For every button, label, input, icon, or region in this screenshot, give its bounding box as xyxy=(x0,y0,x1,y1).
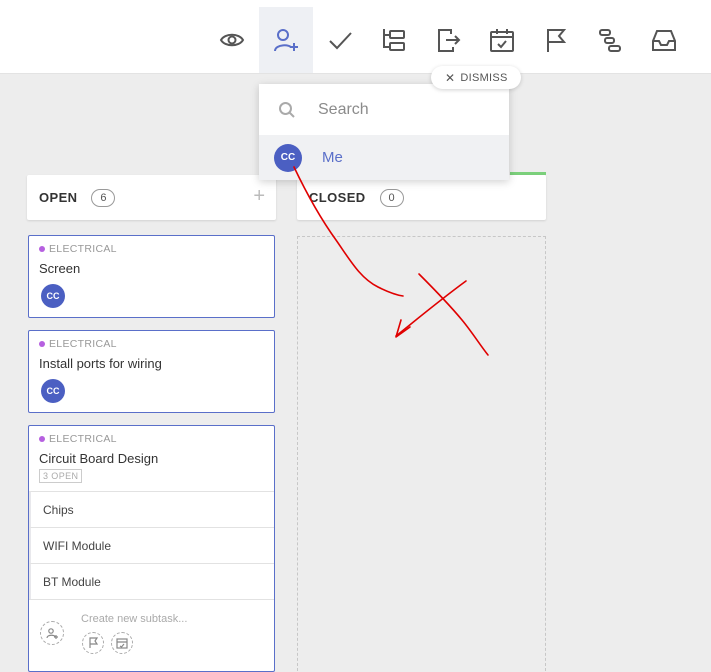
closed-drop-zone[interactable] xyxy=(297,236,546,672)
avatar[interactable]: CC xyxy=(41,284,65,308)
gantt-icon xyxy=(599,29,621,52)
column-title: CLOSED xyxy=(309,190,366,205)
task-title: Screen xyxy=(39,261,81,276)
checkmark-icon xyxy=(329,32,352,50)
task-count-badge: 6 xyxy=(91,188,116,207)
assignee-search-input[interactable] xyxy=(318,100,488,119)
assignee-option-me[interactable]: CC Me xyxy=(259,135,509,180)
column-header-open: OPEN 6 + xyxy=(27,175,276,220)
task-title: Circuit Board Design xyxy=(39,451,159,466)
complete-button[interactable] xyxy=(313,7,367,73)
subtasks-button[interactable] xyxy=(367,7,421,73)
calendar-icon xyxy=(116,638,128,649)
flag-icon xyxy=(547,29,567,52)
task-card[interactable]: ELECTRICAL Install ports for wiring CC xyxy=(28,330,275,413)
avatar[interactable]: CC xyxy=(41,379,65,403)
assignee-option-label: Me xyxy=(322,149,343,166)
subtask-item[interactable]: BT Module xyxy=(29,563,274,599)
task-card[interactable]: ELECTRICAL Screen CC xyxy=(28,235,275,318)
assignee-search-row xyxy=(259,84,509,135)
search-icon xyxy=(279,101,295,118)
dismiss-label: DISMISS xyxy=(460,71,508,84)
assign-button[interactable] xyxy=(259,7,313,73)
task-tag: ELECTRICAL xyxy=(39,338,274,350)
avatar: CC xyxy=(274,143,302,172)
task-tag: ELECTRICAL xyxy=(39,243,274,255)
priority-button[interactable] xyxy=(529,7,583,73)
inbox-button[interactable] xyxy=(637,7,691,73)
tag-label: ELECTRICAL xyxy=(49,433,117,445)
task-tag: ELECTRICAL xyxy=(39,433,274,445)
flag-icon xyxy=(89,637,99,648)
gantt-button[interactable] xyxy=(583,7,637,73)
tag-dot xyxy=(39,341,45,347)
move-icon xyxy=(438,29,461,52)
subtask-date-button[interactable] xyxy=(111,632,133,654)
tag-dot xyxy=(39,436,45,442)
task-title: Install ports for wiring xyxy=(39,356,162,371)
assign-user-icon xyxy=(274,29,298,52)
move-button[interactable] xyxy=(421,7,475,73)
dismiss-button[interactable]: ✕ DISMISS xyxy=(431,66,521,89)
subtasks-icon xyxy=(383,29,405,51)
column-title: OPEN xyxy=(39,190,78,205)
eye-icon xyxy=(219,33,245,47)
tag-dot xyxy=(39,246,45,252)
subtask-item[interactable]: Chips xyxy=(29,491,274,527)
calendar-icon xyxy=(490,29,514,52)
new-subtask-row: Create new subtask... xyxy=(29,599,274,667)
add-user-icon xyxy=(46,628,58,639)
task-toolbar xyxy=(0,0,711,74)
add-task-button[interactable]: + xyxy=(253,185,265,208)
tag-label: ELECTRICAL xyxy=(49,243,117,255)
close-icon: ✕ xyxy=(445,70,456,85)
subtask-count-badge[interactable]: 3 OPEN xyxy=(39,469,83,483)
tag-label: ELECTRICAL xyxy=(49,338,117,350)
task-count-badge: 0 xyxy=(379,188,404,207)
assign-subtask-button[interactable] xyxy=(40,621,64,645)
subtask-priority-button[interactable] xyxy=(82,632,104,654)
task-card[interactable]: ELECTRICAL Circuit Board Design 3 OPEN C… xyxy=(28,425,275,672)
assignee-dropdown: CC Me xyxy=(259,84,509,180)
new-subtask-input[interactable]: Create new subtask... xyxy=(81,613,187,625)
watch-button[interactable] xyxy=(205,7,259,73)
subtask-item[interactable]: WIFI Module xyxy=(29,527,274,563)
due-date-button[interactable] xyxy=(475,7,529,73)
column-header-closed: CLOSED 0 xyxy=(297,175,546,220)
inbox-icon xyxy=(652,30,676,51)
